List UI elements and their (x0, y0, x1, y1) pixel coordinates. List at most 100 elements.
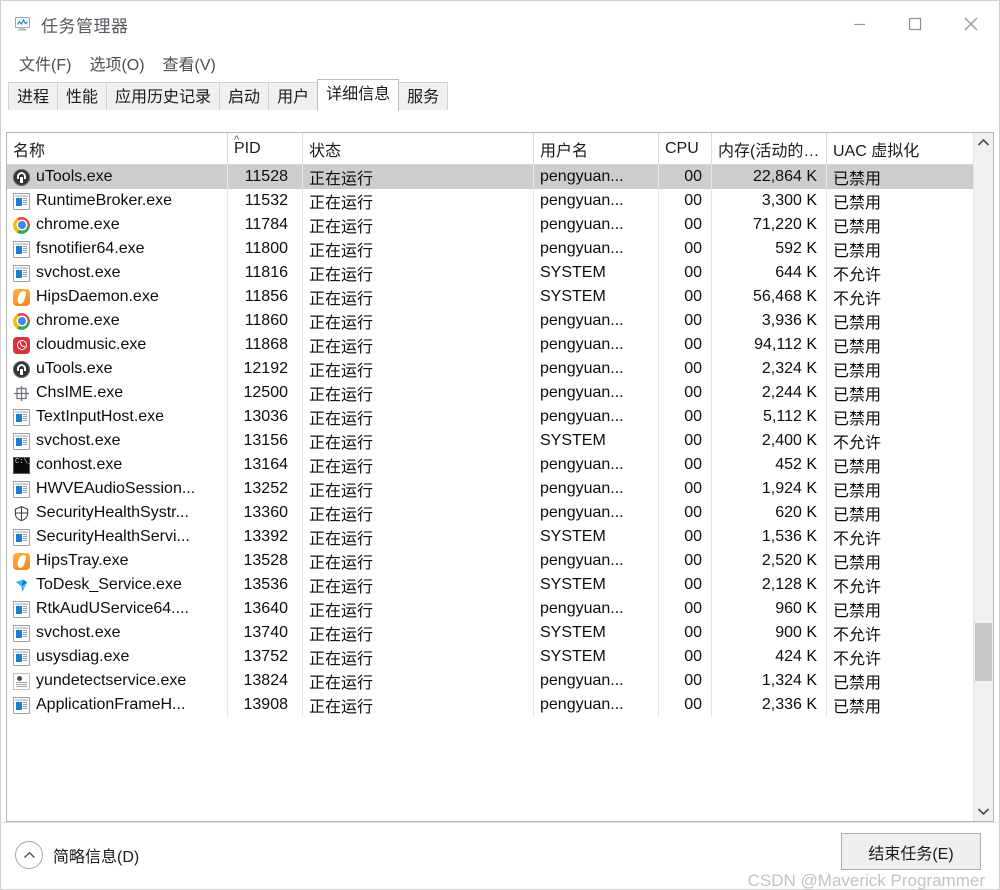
window-controls (831, 1, 999, 47)
cell-username: pengyuan... (534, 405, 659, 429)
column-header-cpu[interactable]: CPU (659, 133, 712, 164)
cell-uac: 已禁用 (833, 171, 882, 188)
hips-flame-icon (13, 552, 30, 570)
cell-memory: 452 K (712, 453, 827, 477)
fewer-details-button[interactable]: 简略信息(D) (15, 841, 139, 869)
tab-processes[interactable]: 进程 (8, 82, 59, 111)
cell-cpu: 00 (659, 549, 712, 573)
tab-strip: 进程 性能 应用历史记录 启动 用户 详细信息 服务 (1, 79, 999, 111)
table-row[interactable]: RtkAudUService64.... 13640 正在运行 pengyuan...… (7, 597, 993, 621)
process-name-label: svchost.exe (36, 624, 121, 641)
maximize-button[interactable] (887, 1, 943, 47)
cell-memory: 644 K (712, 261, 827, 285)
cell-status: 正在运行 (303, 213, 534, 237)
table-row[interactable]: HipsDaemon.exe 11856 正在运行 SYSTEM 00 56,468 K 不… (7, 285, 993, 309)
table-row[interactable]: HipsTray.exe 13528 正在运行 pengyuan... 00 2,520 … (7, 549, 993, 573)
column-header-status[interactable]: 状态 (303, 133, 534, 164)
cell-pid: 11868 (228, 333, 303, 357)
cell-process-name: TextInputHost.exe (7, 405, 228, 429)
process-name-label: fsnotifier64.exe (36, 240, 145, 257)
table-row[interactable]: uTools.exe 11528 正在运行 pengyuan... 00 22,864 K… (7, 165, 993, 189)
cell-memory: 5,112 K (712, 405, 827, 429)
cell-uac: 已禁用 (833, 675, 882, 692)
table-row[interactable]: cloudmusic.exe 11868 正在运行 pengyuan... 00 94,1… (7, 333, 993, 357)
table-row[interactable]: TextInputHost.exe 13036 正在运行 pengyuan... 00 5… (7, 405, 993, 429)
process-name-label: conhost.exe (36, 456, 123, 473)
tab-details[interactable]: 详细信息 (317, 79, 400, 111)
cell-memory: 1,536 K (712, 525, 827, 549)
cell-username: pengyuan... (534, 477, 659, 501)
cell-cpu: 00 (659, 333, 712, 357)
table-row[interactable]: usysdiag.exe 13752 正在运行 SYSTEM 00 424 K 不允许 (7, 645, 993, 669)
app-window-icon (13, 624, 30, 642)
column-header-name[interactable]: 名称 (7, 133, 228, 164)
close-button[interactable] (943, 1, 999, 47)
table-row[interactable]: ToDesk_Service.exe 13536 正在运行 SYSTEM 00 2,128… (7, 573, 993, 597)
cell-process-name: usysdiag.exe (7, 645, 228, 669)
app-window-icon (13, 408, 30, 426)
cloudmusic-icon (13, 336, 30, 354)
menu-options[interactable]: 选项(O) (81, 49, 152, 77)
tab-app-history[interactable]: 应用历史记录 (106, 82, 221, 111)
table-row[interactable]: RuntimeBroker.exe 11532 正在运行 pengyuan... 00 3… (7, 189, 993, 213)
cell-pid: 11816 (228, 261, 303, 285)
cell-process-name: svchost.exe (7, 621, 228, 645)
cell-memory: 2,400 K (712, 429, 827, 453)
table-row[interactable]: conhost.exe 13164正在运行pengyuan...00452 K 已禁… (7, 453, 993, 477)
cell-uac: 不允许 (833, 435, 882, 452)
cell-uac: 已禁用 (833, 483, 882, 500)
vertical-scrollbar[interactable] (973, 133, 993, 821)
cell-username: SYSTEM (534, 429, 659, 453)
cell-status: 正在运行 (303, 549, 534, 573)
table-row[interactable]: yundetectservice.exe 13824 正在运行 pengyuan...… (7, 669, 993, 693)
table-row[interactable]: svchost.exe 13740 正在运行 SYSTEM 00 900 K 不允许 (7, 621, 993, 645)
menu-view[interactable]: 查看(V) (155, 49, 224, 77)
cell-memory: 424 K (712, 645, 827, 669)
table-row[interactable]: svchost.exe 11816 正在运行 SYSTEM 00 644 K 不允许 (7, 261, 993, 285)
scroll-down-button[interactable] (974, 802, 993, 821)
table-row[interactable]: HWVEAudioSession... 13252 正在运行 pengyuan... 0… (7, 477, 993, 501)
app-window-icon (13, 648, 30, 666)
cell-pid: 11856 (228, 285, 303, 309)
column-header-memory[interactable]: 内存(活动的… (712, 133, 827, 164)
column-header-username[interactable]: 用户名 (534, 133, 659, 164)
cell-memory: 2,336 K (712, 693, 827, 717)
table-row[interactable]: svchost.exe 13156 正在运行 SYSTEM 00 2,400 K 不允许 (7, 429, 993, 453)
cell-cpu: 00 (659, 501, 712, 525)
minimize-button[interactable] (831, 1, 887, 47)
scrollbar-thumb[interactable] (975, 623, 992, 681)
table-row[interactable]: fsnotifier64.exe 11800 正在运行 pengyuan... 00 59… (7, 237, 993, 261)
table-row[interactable]: ApplicationFrameH... 13908 正在运行 pengyuan...… (7, 693, 993, 717)
scroll-up-button[interactable] (974, 133, 993, 152)
process-name-label: HipsDaemon.exe (36, 288, 159, 305)
table-row[interactable]: SecurityHealthSystr... 13360 正在运行 pengyuan.… (7, 501, 993, 525)
process-name-label: uTools.exe (36, 168, 113, 185)
column-header-uac[interactable]: UAC 虚拟化 (827, 133, 982, 164)
end-task-button[interactable]: 结束任务(E) (841, 833, 981, 870)
process-name-label: SecurityHealthServi... (36, 528, 190, 545)
table-row[interactable]: ChsIME.exe 12500 正在运行 pengyuan... 00 2,244 K 已… (7, 381, 993, 405)
chrome-icon (13, 216, 30, 234)
tab-users[interactable]: 用户 (268, 82, 319, 111)
tab-performance[interactable]: 性能 (57, 82, 108, 111)
process-name-label: uTools.exe (36, 360, 113, 377)
cell-username: pengyuan... (534, 189, 659, 213)
cell-cpu: 00 (659, 189, 712, 213)
cell-pid: 11528 (228, 165, 303, 189)
table-row[interactable]: uTools.exe 12192 正在运行 pengyuan... 00 2,324 K 已… (7, 357, 993, 381)
scrollbar-track[interactable] (974, 152, 993, 802)
table-row[interactable]: chrome.exe 11784 正在运行 pengyuan... 00 71,220 K… (7, 213, 993, 237)
cell-username: pengyuan... (534, 213, 659, 237)
tab-services[interactable]: 服务 (398, 82, 449, 111)
tab-startup[interactable]: 启动 (219, 82, 270, 111)
cell-username: pengyuan... (534, 333, 659, 357)
column-header-pid[interactable]: PID ^ (228, 133, 303, 164)
cell-memory: 960 K (712, 597, 827, 621)
table-row[interactable]: chrome.exe 11860 正在运行 pengyuan... 00 3,936 K 已… (7, 309, 993, 333)
cell-pid: 11784 (228, 213, 303, 237)
cell-uac: 不允许 (833, 579, 882, 596)
cell-uac: 已禁用 (833, 555, 882, 572)
menu-file[interactable]: 文件(F) (11, 49, 79, 77)
cell-status: 正在运行 (303, 453, 534, 477)
table-row[interactable]: SecurityHealthServi... 13392 正在运行 SYSTEM 00 1… (7, 525, 993, 549)
